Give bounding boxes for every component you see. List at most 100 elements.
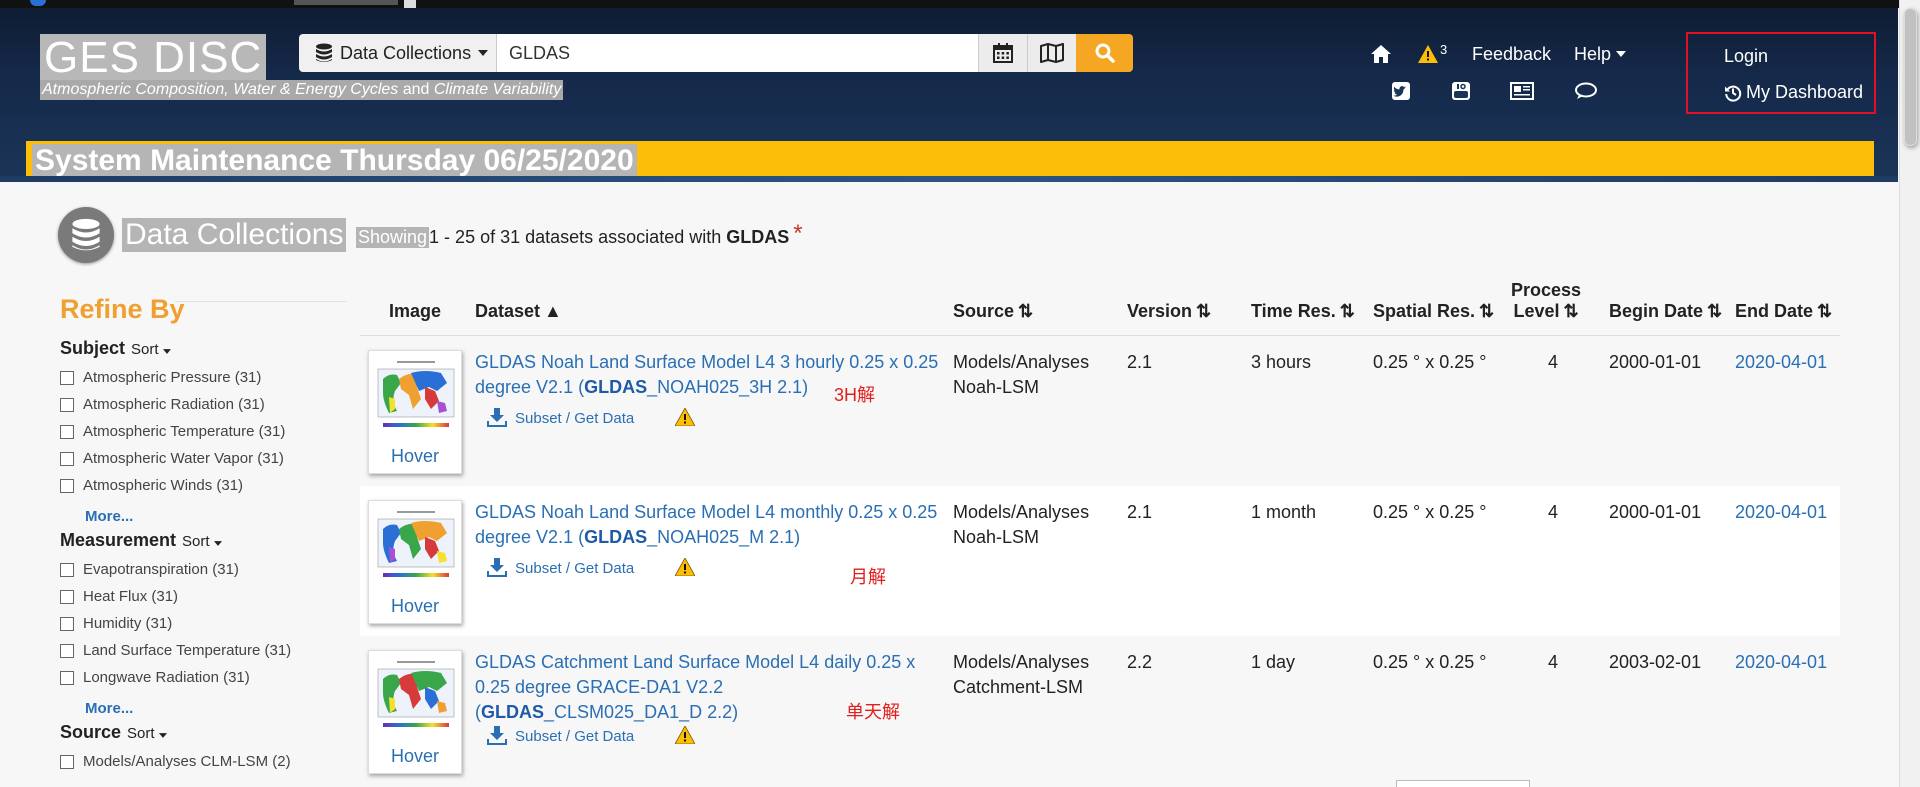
facet-option[interactable]: Longwave Radiation (31): [60, 664, 350, 691]
facet-title: Source: [60, 722, 122, 742]
col-dataset[interactable]: Dataset ▲︎: [475, 301, 562, 322]
col-time-res[interactable]: Time Res. ⇅: [1251, 301, 1355, 322]
dataset-thumbnail[interactable]: Hover: [368, 650, 462, 774]
dataset-title-link[interactable]: GLDAS Noah Land Surface Model L4 monthly…: [475, 500, 945, 550]
search-icon: [1095, 43, 1115, 63]
page-scrollbar[interactable]: [1899, 0, 1920, 787]
col-spatial-res[interactable]: Spatial Res. ⇅: [1373, 301, 1494, 322]
checkbox[interactable]: [60, 562, 74, 577]
facet-option[interactable]: Atmospheric Temperature (31): [60, 418, 350, 445]
map-button[interactable]: [1027, 34, 1076, 72]
dataset-thumbnail[interactable]: Hover: [368, 500, 462, 624]
warning-icon[interactable]: [674, 557, 696, 581]
col-end-date[interactable]: End Date ⇅: [1735, 301, 1832, 322]
caret-down-icon: [1616, 51, 1627, 57]
scrollbar-thumb[interactable]: [1904, 8, 1917, 146]
facet-title: Measurement: [60, 530, 177, 550]
caret-down-icon: [213, 541, 222, 546]
chat-icon[interactable]: [1574, 82, 1598, 105]
my-dashboard-link[interactable]: My Dashboard: [1724, 82, 1863, 103]
browser-top-strip: [0, 0, 1920, 8]
required-star: *: [793, 220, 803, 247]
subset-get-data-link[interactable]: Subset / Get Data: [487, 726, 634, 746]
alerts-link[interactable]: 3: [1418, 42, 1447, 66]
home-link[interactable]: [1370, 42, 1392, 66]
search-button[interactable]: [1076, 34, 1133, 72]
checkbox[interactable]: [60, 670, 74, 685]
hover-label: Hover: [390, 446, 439, 466]
facet-option[interactable]: Atmospheric Pressure (31): [60, 364, 350, 391]
maintenance-banner: System Maintenance Thursday 06/25/2020: [26, 141, 1874, 182]
checkbox[interactable]: [60, 370, 74, 385]
checkbox[interactable]: [60, 643, 74, 658]
sort-icon: ⇅: [1479, 301, 1495, 321]
facet-option[interactable]: Heat Flux (31): [60, 583, 350, 610]
table-row: Hover GLDAS Noah Land Surface Model L4 3…: [360, 336, 1840, 486]
checkbox[interactable]: [60, 424, 74, 439]
facet-option[interactable]: Atmospheric Water Vapor (31): [60, 445, 350, 472]
site-header: GES DISC Atmospheric Composition, Water …: [0, 8, 1898, 182]
newsletter-icon[interactable]: [1510, 82, 1534, 105]
page-title: Data Collections: [122, 218, 347, 252]
warning-icon[interactable]: [674, 725, 696, 749]
sort-icon: ⇅: [1563, 301, 1579, 321]
facet-option[interactable]: Atmospheric Winds (31): [60, 472, 350, 499]
source-cell: Models/Analyses Catchment-LSM: [953, 652, 1090, 697]
process-level-cell: 4: [1548, 502, 1559, 522]
annotation-note: 3H解: [834, 385, 876, 405]
subset-get-data-link[interactable]: Subset / Get Data: [487, 408, 634, 428]
facet-option[interactable]: Humidity (31): [60, 610, 350, 637]
subset-get-data-link[interactable]: Subset / Get Data: [487, 558, 634, 578]
alerts-count: 3: [1440, 41, 1448, 57]
subset-label: Subset / Get Data: [515, 409, 635, 427]
facet-subject: Subject Sort: [60, 338, 350, 364]
facet-sort-button[interactable]: Sort: [127, 725, 167, 742]
facet-option[interactable]: Models/Analyses CLM-LSM (2): [60, 748, 350, 775]
col-image: Image: [389, 301, 442, 321]
dataset-thumbnail[interactable]: Hover: [368, 350, 462, 474]
checkbox[interactable]: [60, 397, 74, 412]
help-menu[interactable]: Help: [1574, 42, 1627, 66]
checkbox[interactable]: [60, 589, 74, 604]
showing-range: 1 - 25 of 31 datasets associated with: [429, 226, 722, 247]
more-subjects-link[interactable]: More...: [85, 504, 350, 530]
search-keyword: GLDAS: [726, 226, 790, 247]
end-date-link[interactable]: 2020-04-01: [1735, 350, 1827, 375]
youtube-icon[interactable]: [1452, 82, 1470, 105]
facet-title: Subject: [60, 338, 126, 358]
site-tagline: Atmospheric Composition, Water & Energy …: [40, 80, 564, 100]
search-input[interactable]: [497, 34, 978, 72]
table-header: Image Dataset ▲︎ Source ⇅ Version ⇅ Time Re…: [360, 268, 1840, 336]
checkbox[interactable]: [60, 616, 74, 631]
checkbox[interactable]: [60, 478, 74, 493]
more-measurements-link[interactable]: More...: [85, 696, 350, 722]
facet-option[interactable]: Land Surface Temperature (31): [60, 637, 350, 664]
col-process-level[interactable]: Process Level ⇅: [1511, 280, 1581, 322]
warning-icon[interactable]: [674, 407, 696, 431]
facet-option[interactable]: Evapotranspiration (31): [60, 556, 350, 583]
world-map-thumbnail-icon: [375, 357, 457, 439]
facet-sort-button[interactable]: Sort: [182, 533, 222, 550]
end-date-link[interactable]: 2020-04-01: [1735, 500, 1827, 525]
feedback-link[interactable]: Feedback: [1472, 42, 1551, 66]
facet-option[interactable]: Atmospheric Radiation (31): [60, 391, 350, 418]
col-begin-date[interactable]: Begin Date ⇅: [1609, 301, 1722, 322]
site-logo[interactable]: GES DISC: [40, 34, 267, 82]
table-row: Hover GLDAS Noah Land Surface Model L4 m…: [360, 486, 1840, 636]
col-source[interactable]: Source ⇅: [953, 301, 1033, 322]
twitter-icon[interactable]: [1392, 82, 1410, 105]
facet-sort-button[interactable]: Sort: [131, 341, 171, 358]
sidebar-divider: [175, 301, 347, 302]
col-version[interactable]: Version ⇅: [1127, 301, 1211, 322]
version-cell: 2.1: [1127, 502, 1153, 522]
checkbox[interactable]: [60, 451, 74, 466]
calendar-button[interactable]: [978, 34, 1027, 72]
end-date-link[interactable]: 2020-04-01: [1735, 650, 1827, 675]
login-box: Login My Dashboard: [1686, 32, 1876, 114]
browser-tab[interactable]: [294, 0, 398, 5]
login-link[interactable]: Login: [1724, 46, 1768, 67]
collections-dropdown[interactable]: Data Collections: [299, 34, 497, 72]
facet-measurement: Measurement Sort: [60, 530, 350, 556]
facet-sidebar: Subject Sort Atmospheric Pressure (31) A…: [60, 338, 350, 775]
checkbox[interactable]: [60, 754, 74, 769]
